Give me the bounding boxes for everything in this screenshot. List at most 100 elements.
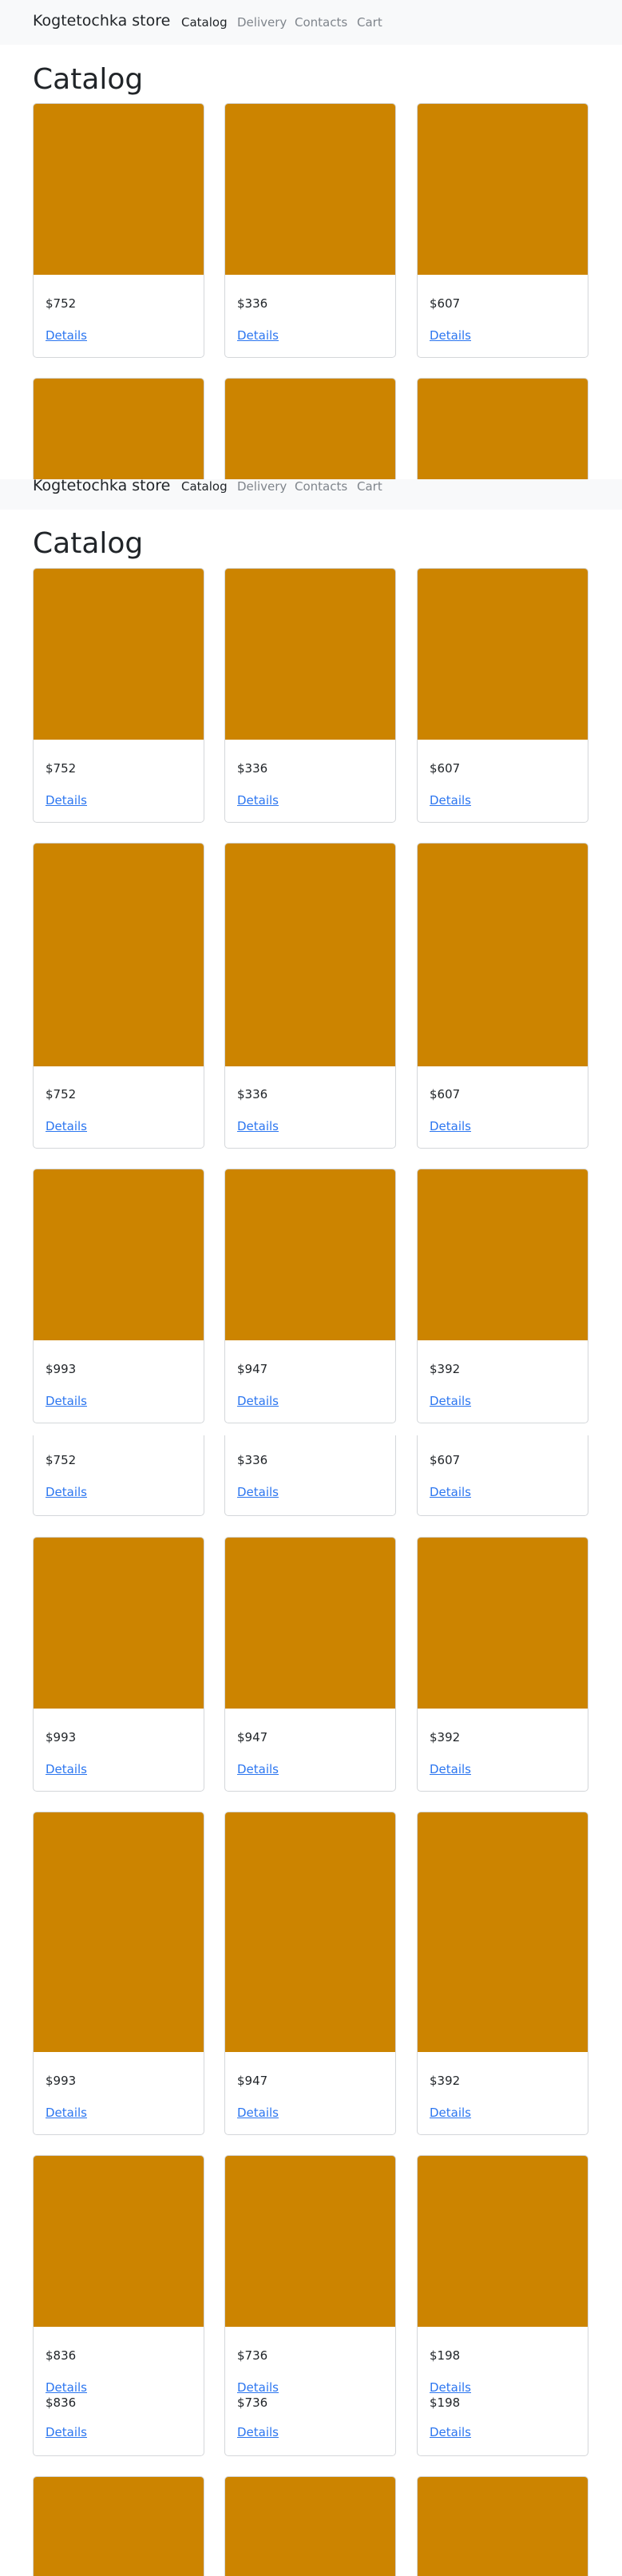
nav-catalog[interactable]: Catalog xyxy=(181,479,228,494)
product-price: $336 xyxy=(237,761,268,776)
brand-link[interactable]: Kogtetochka store xyxy=(33,479,170,494)
product-image xyxy=(418,843,588,1066)
details-link[interactable]: Details xyxy=(430,1485,471,1499)
product-image xyxy=(225,379,395,479)
product-price: $947 xyxy=(237,2074,268,2088)
nav-catalog[interactable]: Catalog xyxy=(181,15,228,30)
details-link[interactable]: Details xyxy=(430,328,471,343)
details-link[interactable]: Details xyxy=(430,2106,471,2120)
details-link[interactable]: Details xyxy=(237,1485,279,1499)
product-price: $336 xyxy=(237,1087,268,1101)
product-price: $993 xyxy=(46,2074,77,2088)
product-price: $947 xyxy=(237,1730,268,1744)
product-card: $752 Details xyxy=(33,843,204,1149)
product-card xyxy=(224,2476,396,2576)
details-link[interactable]: Details xyxy=(430,1119,471,1133)
details-link[interactable]: Details xyxy=(46,793,87,808)
product-price: $607 xyxy=(430,1087,461,1101)
details-link[interactable]: Details xyxy=(46,2380,87,2395)
brand-link[interactable]: Kogtetochka store xyxy=(33,12,170,30)
product-price: $752 xyxy=(46,1087,77,1101)
screen-2: Kogtetochka store Catalog Delivery Conta… xyxy=(0,479,622,2576)
product-image xyxy=(418,1812,588,2052)
details-link[interactable]: Details xyxy=(430,1394,471,1408)
product-image xyxy=(418,2477,588,2576)
product-card: $993 Details xyxy=(33,1537,204,1792)
product-image xyxy=(225,2477,395,2576)
product-card: $392 Details xyxy=(417,1812,588,2135)
product-price: $607 xyxy=(430,761,461,776)
product-price: $336 xyxy=(237,1453,268,1467)
details-link[interactable]: Details xyxy=(430,2380,471,2395)
product-card xyxy=(417,2476,588,2576)
details-link[interactable]: Details xyxy=(430,2425,471,2439)
details-link[interactable]: Details xyxy=(46,1119,87,1133)
product-card xyxy=(33,2476,204,2576)
screen-1: Kogtetochka store Catalog Delivery Conta… xyxy=(0,0,622,479)
details-link[interactable]: Details xyxy=(237,1394,279,1408)
product-price: $336 xyxy=(237,296,268,311)
details-link[interactable]: Details xyxy=(237,793,279,808)
product-card: $336 Details xyxy=(224,843,396,1149)
details-link[interactable]: Details xyxy=(237,2425,279,2439)
details-link[interactable]: Details xyxy=(430,793,471,808)
nav-delivery[interactable]: Delivery xyxy=(237,15,287,30)
nav-cart[interactable]: Cart xyxy=(357,15,382,30)
details-link[interactable]: Details xyxy=(237,1762,279,1776)
details-link[interactable]: Details xyxy=(46,1762,87,1776)
product-image xyxy=(34,104,204,275)
page-title: Catalog xyxy=(33,63,144,96)
navbar: Kogtetochka store Catalog Delivery Conta… xyxy=(0,0,622,45)
nav-contacts[interactable]: Contacts xyxy=(295,479,347,494)
product-card xyxy=(33,378,204,479)
details-link[interactable]: Details xyxy=(46,1394,87,1408)
product-card: $392 Details xyxy=(417,1537,588,1792)
product-price: $607 xyxy=(430,296,461,311)
product-price: $752 xyxy=(46,761,77,776)
details-link[interactable]: Details xyxy=(46,2106,87,2120)
product-card: $752 Details xyxy=(33,1435,204,1516)
product-price: $993 xyxy=(46,1362,77,1376)
product-card: $607 Details xyxy=(417,1435,588,1516)
product-price: $736 xyxy=(237,2348,268,2363)
product-card xyxy=(417,378,588,479)
product-image xyxy=(225,843,395,1066)
product-image xyxy=(418,379,588,479)
details-link[interactable]: Details xyxy=(46,2425,87,2439)
product-image xyxy=(34,1538,204,1709)
product-card: $198 Details $198 Details xyxy=(417,2155,588,2456)
nav-cart[interactable]: Cart xyxy=(357,479,382,494)
product-card: $752 Details xyxy=(33,103,204,358)
product-image xyxy=(418,2156,588,2327)
product-card: $607 Details xyxy=(417,103,588,358)
product-image xyxy=(225,2156,395,2327)
product-price: $607 xyxy=(430,1453,461,1467)
product-card: $392 Details xyxy=(417,1169,588,1423)
details-link[interactable]: Details xyxy=(237,328,279,343)
product-card: $993 Details xyxy=(33,1169,204,1423)
product-card: $336 Details xyxy=(224,1435,396,1516)
product-price: $198 xyxy=(430,2348,461,2363)
product-image xyxy=(225,1169,395,1340)
details-link[interactable]: Details xyxy=(237,1119,279,1133)
product-card: $752 Details xyxy=(33,568,204,823)
details-link[interactable]: Details xyxy=(46,328,87,343)
product-price: $392 xyxy=(430,1730,461,1744)
product-price: $993 xyxy=(46,1730,77,1744)
product-price-duplicate: $736 xyxy=(237,2395,268,2410)
product-card: $993 Details xyxy=(33,1812,204,2135)
details-link[interactable]: Details xyxy=(430,1762,471,1776)
details-link[interactable]: Details xyxy=(237,2106,279,2120)
product-price: $392 xyxy=(430,2074,461,2088)
details-link[interactable]: Details xyxy=(46,1485,87,1499)
product-card: $607 Details xyxy=(417,843,588,1149)
details-link[interactable]: Details xyxy=(237,2380,279,2395)
product-price: $836 xyxy=(46,2348,77,2363)
navbar: Kogtetochka store Catalog Delivery Conta… xyxy=(0,479,622,510)
product-image xyxy=(34,843,204,1066)
product-image xyxy=(34,2477,204,2576)
product-image xyxy=(418,1169,588,1340)
nav-delivery[interactable]: Delivery xyxy=(237,479,287,494)
nav-contacts[interactable]: Contacts xyxy=(295,15,347,30)
product-image xyxy=(34,379,204,479)
